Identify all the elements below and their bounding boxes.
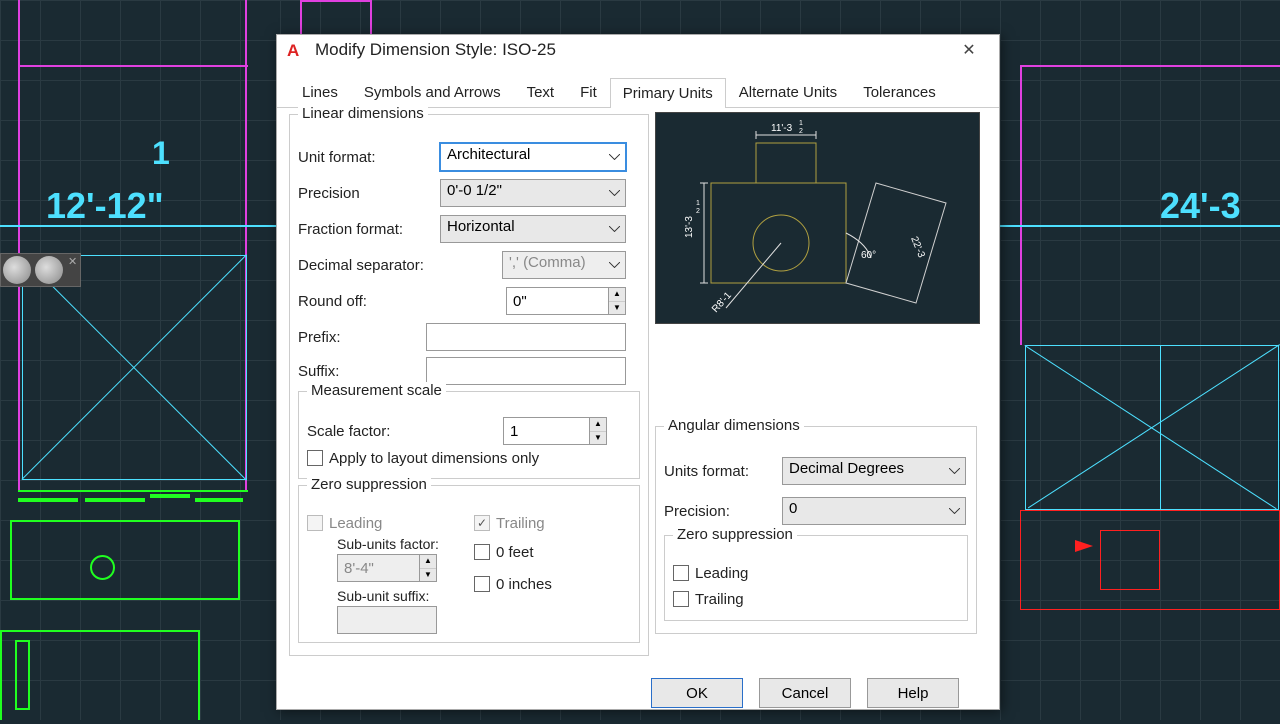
prefix-input[interactable] [426,323,626,351]
svg-text:13'-3: 13'-3 [684,216,695,238]
tab-tolerances[interactable]: Tolerances [850,77,949,107]
tab-primary-units[interactable]: Primary Units [610,78,726,108]
titlebar[interactable]: Modify Dimension Style: ISO-25 ✕ [277,35,999,65]
ok-button[interactable]: OK [651,678,743,708]
tab-bar: Lines Symbols and Arrows Text Fit Primar… [277,77,999,108]
cancel-button[interactable]: Cancel [759,678,851,708]
bg-dim-left: 12'-12" [46,185,164,227]
suffix-input[interactable] [426,357,626,385]
svg-text:2: 2 [799,128,803,135]
tab-symbols[interactable]: Symbols and Arrows [351,77,514,107]
zero-suppression-group: Zero suppression Leading Sub-units facto… [298,485,640,643]
svg-text:2: 2 [696,208,700,215]
decimal-separator-select: ',' (Comma) [502,251,626,279]
leading-checkbox [307,515,323,531]
angular-trailing-checkbox[interactable] [673,591,689,607]
zero-inches-checkbox[interactable] [474,576,490,592]
trailing-checkbox [474,515,490,531]
angular-zero-suppression-group: Zero suppression Leading Trailing [664,535,968,621]
scale-factor-spinner[interactable]: ▲▼ [503,417,607,445]
tab-text[interactable]: Text [514,77,568,107]
tab-alternate-units[interactable]: Alternate Units [726,77,850,107]
svg-text:22'-3: 22'-3 [908,235,927,260]
app-icon [287,41,305,59]
angular-format-select[interactable]: Decimal Degrees [782,457,966,485]
floating-toolbar[interactable]: ✕ [0,253,81,287]
svg-text:1: 1 [696,200,700,207]
zero-feet-checkbox[interactable] [474,544,490,560]
sub-unit-suffix-input [337,606,437,634]
angular-precision-select[interactable]: 0 [782,497,966,525]
dialog-title: Modify Dimension Style: ISO-25 [315,40,556,60]
tool-icon-2[interactable] [35,256,63,284]
help-button[interactable]: Help [867,678,959,708]
bg-dim-right: 24'-3 [1160,185,1241,227]
precision-select[interactable]: 0'-0 1/2" [440,179,626,207]
apply-layout-checkbox[interactable] [307,450,323,466]
tool-icon-1[interactable] [3,256,31,284]
close-icon[interactable]: ✕ [949,35,989,65]
measurement-scale-group: Measurement scale Scale factor: ▲▼ Apply… [298,391,640,479]
svg-text:11'-3: 11'-3 [771,123,793,134]
svg-text:1: 1 [799,120,803,127]
round-off-spinner[interactable]: ▲▼ [506,287,626,315]
close-toolbar-icon[interactable]: ✕ [65,254,80,286]
svg-text:60°: 60° [861,250,876,261]
linear-dimensions-group: Linear dimensions Unit format: Architect… [289,114,649,656]
tab-lines[interactable]: Lines [289,77,351,107]
unit-format-select[interactable]: Architectural [440,143,626,171]
modify-dim-style-dialog: Modify Dimension Style: ISO-25 ✕ Lines S… [276,34,1000,710]
tab-fit[interactable]: Fit [567,77,610,107]
dialog-buttons: OK Cancel Help [277,666,999,724]
bg-dim-fraction: 1 [152,135,170,172]
angular-dimensions-group: Angular dimensions Units format: Decimal… [655,426,977,634]
sub-units-factor-spinner: ▲▼ [337,554,464,582]
dimension-preview: 11'-312 13'-3 12 22'-3 R8'-1 60° [655,112,980,324]
angular-leading-checkbox[interactable] [673,565,689,581]
fraction-format-select[interactable]: Horizontal [440,215,626,243]
